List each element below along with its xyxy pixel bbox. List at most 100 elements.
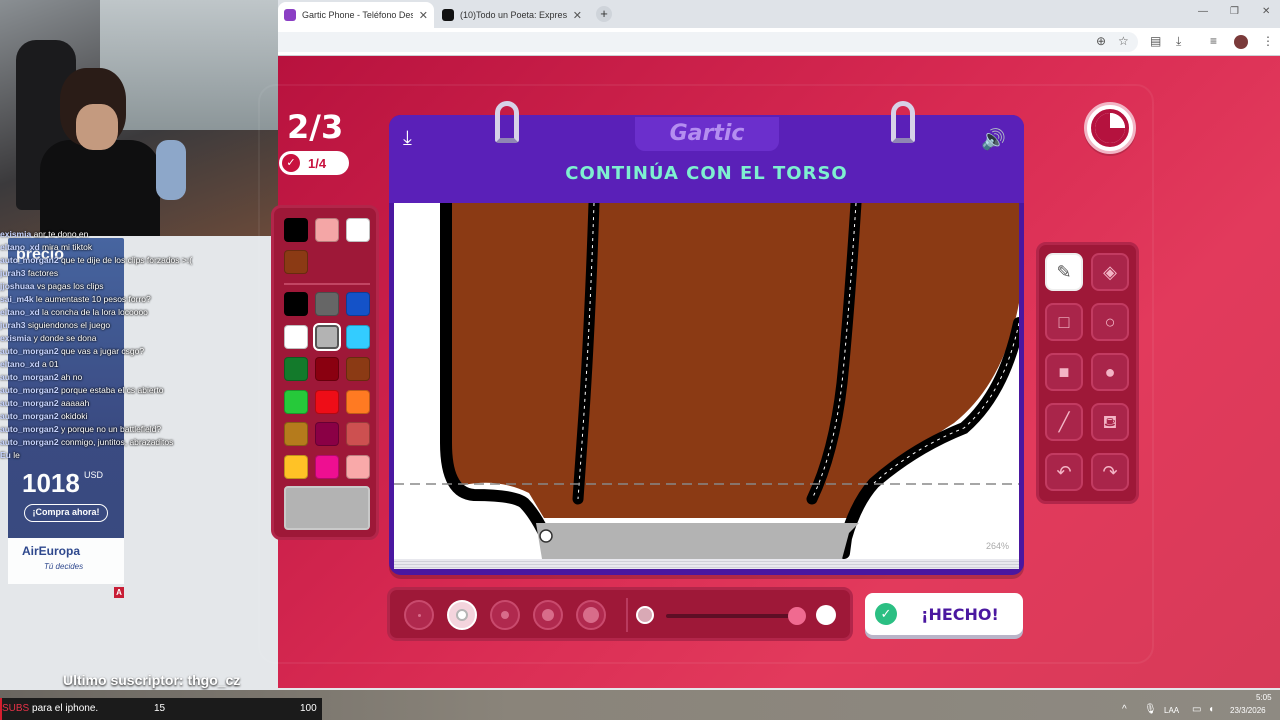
tab-title: Gartic Phone - Teléfono Descor — [302, 10, 413, 20]
chat-username[interactable]: auto_morgan2 — [0, 346, 59, 356]
brush-size-2[interactable] — [447, 600, 477, 630]
chat-username[interactable]: eltano_xd — [0, 242, 40, 252]
input-language[interactable]: LAA — [1164, 706, 1179, 715]
redo-icon[interactable]: ↷ — [1091, 453, 1129, 491]
opacity-slider-handle[interactable] — [788, 607, 806, 625]
chat-username[interactable]: jjoshuaa — [0, 281, 34, 291]
color-swatch[interactable] — [346, 292, 370, 316]
color-swatch[interactable] — [315, 454, 339, 479]
subs-goal-bar: SUBS para el iphone. 15 100 — [0, 698, 322, 720]
recent-color-swatch[interactable] — [284, 218, 308, 242]
new-tab-button[interactable]: + — [596, 6, 612, 22]
recent-color-swatch[interactable] — [315, 218, 339, 242]
circle-fill-tool-icon[interactable]: ● — [1091, 353, 1129, 391]
bookmark-star-icon[interactable]: ☆ — [1118, 34, 1129, 48]
tab-gartic[interactable]: Gartic Phone - Teléfono Descor ✕ — [278, 2, 434, 28]
circle-outline-tool-icon[interactable]: ○ — [1091, 303, 1129, 341]
close-tab-icon[interactable]: ✕ — [419, 9, 428, 22]
brush-size-5[interactable] — [576, 600, 606, 630]
ad-choices-badge[interactable]: A — [114, 587, 124, 598]
recent-color-swatch[interactable] — [284, 250, 308, 274]
profile-avatar[interactable] — [1234, 35, 1248, 49]
color-swatch[interactable] — [346, 324, 370, 349]
subs-goal-desc: para el iphone. — [29, 703, 99, 714]
color-swatch[interactable] — [315, 292, 339, 316]
url-input[interactable] — [278, 32, 1138, 52]
download-icon[interactable]: ⤓ — [1176, 34, 1181, 49]
brush-size-1[interactable] — [404, 600, 434, 630]
timer-icon — [1084, 102, 1136, 154]
chat-username[interactable]: Eu — [0, 450, 11, 460]
fill-bucket-tool-icon[interactable]: ⛾ — [1091, 403, 1129, 441]
pencil-tool-icon[interactable]: ✎ — [1045, 253, 1083, 291]
done-button[interactable]: ✓ ¡HECHO! — [865, 593, 1023, 635]
download-drawing-icon[interactable]: ⤓ — [403, 127, 412, 150]
color-swatch[interactable] — [284, 422, 308, 446]
chat-message: jjoshuaa vs pagas los clips — [0, 280, 240, 293]
chat-username[interactable]: eltano_xd — [0, 307, 40, 317]
ad-cta-button[interactable]: ¡Compra ahora! — [24, 504, 108, 522]
color-swatch[interactable] — [284, 292, 308, 316]
color-swatch[interactable] — [346, 454, 370, 479]
chat-username[interactable]: auto_morgan2 — [0, 398, 59, 408]
checkmark-icon: ✓ — [875, 603, 897, 625]
color-swatch[interactable] — [284, 357, 308, 381]
tab-youtube[interactable]: (10)Todo un Poeta: Expresión y ✕ — [436, 2, 588, 28]
chat-username[interactable]: auto_morgan2 — [0, 385, 59, 395]
menu-kebab-icon[interactable]: ⋮ — [1262, 34, 1274, 48]
color-swatch[interactable] — [346, 389, 370, 414]
brush-size-4[interactable] — [533, 600, 563, 630]
color-swatch[interactable] — [284, 324, 308, 349]
microphone-icon[interactable]: 🎙 — [1144, 704, 1157, 715]
bar-divider — [626, 598, 628, 632]
chat-username[interactable]: jurah3 — [0, 268, 26, 278]
brush-size-3[interactable] — [490, 600, 520, 630]
undo-icon[interactable]: ↶ — [1045, 453, 1083, 491]
chat-username[interactable]: auto_morgan2 — [0, 424, 59, 434]
media-control-icon[interactable]: ≡ — [1210, 34, 1217, 48]
chat-username[interactable]: auto_morgan2 — [0, 372, 59, 382]
chat-username[interactable]: exismia — [0, 229, 31, 239]
color-swatch[interactable] — [315, 389, 339, 414]
chat-username[interactable]: sai_m4k — [0, 294, 34, 304]
color-swatch[interactable] — [284, 454, 308, 479]
color-swatch[interactable] — [284, 389, 308, 414]
color-swatch[interactable] — [315, 357, 339, 381]
chat-username[interactable]: jurah3 — [0, 320, 26, 330]
color-swatch[interactable] — [315, 422, 339, 446]
chat-username[interactable]: exismia — [0, 333, 31, 343]
restore-icon[interactable]: ❐ — [1230, 6, 1239, 17]
canvas-artwork — [394, 203, 1019, 559]
drawing-canvas[interactable]: 264% — [394, 203, 1019, 559]
network-icon[interactable]: ▭ — [1192, 704, 1201, 715]
translate-icon[interactable]: ▤ — [1150, 34, 1161, 48]
webcam-streamer-body — [40, 140, 160, 236]
clock-time: 5:05 — [1256, 693, 1272, 702]
chat-text: que vas a jugar csgo? — [58, 346, 145, 356]
color-swatch[interactable] — [346, 357, 370, 381]
close-window-icon[interactable]: ✕ — [1262, 6, 1270, 17]
close-tab-icon[interactable]: ✕ — [573, 9, 582, 22]
chat-text: que te dije de los clips forzados >:( — [58, 255, 193, 265]
tiktok-favicon-icon — [442, 9, 454, 21]
chat-username[interactable]: auto_morgan2 — [0, 411, 59, 421]
color-swatch[interactable] — [313, 322, 341, 351]
volume-icon[interactable]: ◖ — [1208, 704, 1214, 715]
opacity-slider[interactable] — [666, 614, 798, 618]
recent-color-swatch[interactable] — [346, 218, 370, 242]
zoom-icon[interactable]: ⊕ — [1096, 34, 1106, 48]
line-tool-icon[interactable]: ╱ — [1045, 403, 1083, 441]
color-swatch[interactable] — [346, 422, 370, 446]
browser-tab-strip: Gartic Phone - Teléfono Descor ✕ (10)Tod… — [278, 0, 1280, 28]
rectangle-fill-tool-icon[interactable]: ■ — [1045, 353, 1083, 391]
sound-icon[interactable]: 🔊 — [981, 127, 1006, 152]
chat-username[interactable]: auto_morgan2 — [0, 255, 59, 265]
tray-chevron-icon[interactable]: ^ — [1122, 704, 1127, 715]
chat-username[interactable]: eltano_xd — [0, 359, 40, 369]
selected-color-preview — [284, 486, 370, 530]
minimize-icon[interactable]: — — [1198, 6, 1208, 17]
brush-size-bar — [387, 587, 853, 641]
rectangle-outline-tool-icon[interactable]: □ — [1045, 303, 1083, 341]
eraser-tool-icon[interactable]: ◈ — [1091, 253, 1129, 291]
chat-username[interactable]: auto_morgan2 — [0, 437, 59, 447]
